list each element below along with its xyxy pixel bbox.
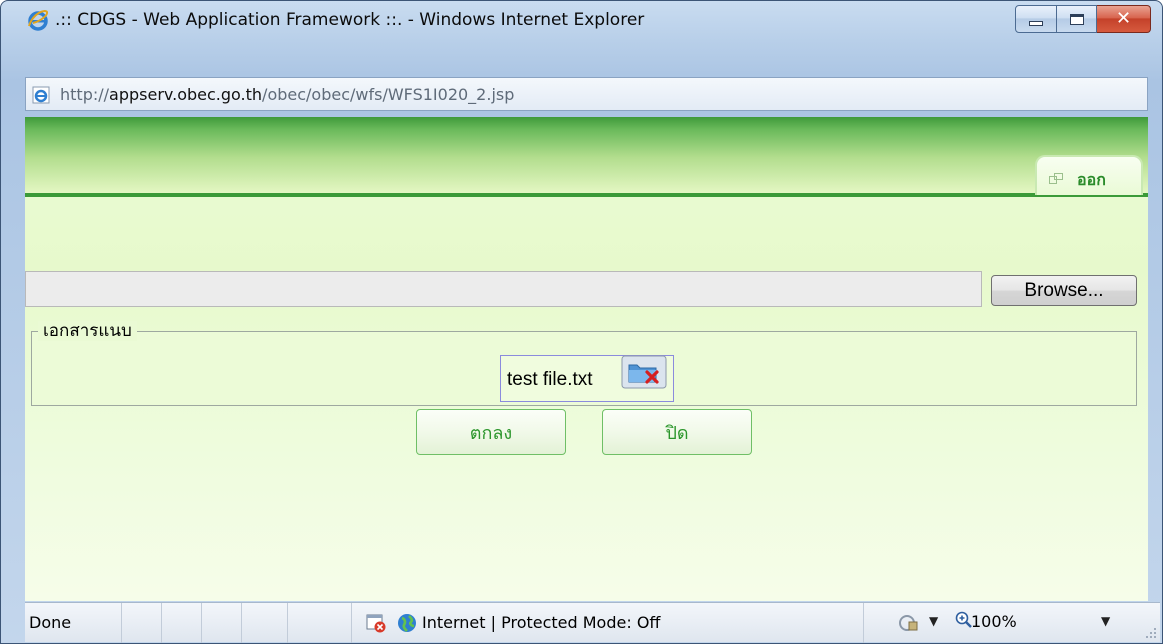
attachments-group: เอกสารแนบ test file.txt xyxy=(31,321,1137,406)
chevron-down-icon[interactable]: ▼ xyxy=(929,614,938,628)
status-divider xyxy=(121,603,122,643)
browser-window: .:: CDGS - Web Application Framework ::.… xyxy=(0,0,1163,644)
banner-divider xyxy=(25,193,1148,197)
zoom-level[interactable]: 100% xyxy=(971,612,1017,631)
status-text: Done xyxy=(29,613,72,632)
logout-link[interactable]: ออก xyxy=(1035,155,1143,195)
globe-icon xyxy=(398,614,416,632)
status-divider xyxy=(351,603,352,643)
protected-mode-icon[interactable] xyxy=(897,614,921,632)
status-divider xyxy=(287,603,288,643)
minimize-button[interactable] xyxy=(1015,5,1057,33)
window-title: .:: CDGS - Web Application Framework ::.… xyxy=(55,10,645,30)
status-divider xyxy=(161,603,162,643)
ok-button[interactable]: ตกลง xyxy=(416,409,566,455)
status-divider xyxy=(201,603,202,643)
attachment-filename[interactable]: test file.txt xyxy=(507,369,593,391)
attachment-item: test file.txt xyxy=(500,355,674,402)
url-protocol: http:// xyxy=(60,85,110,104)
file-path-input[interactable] xyxy=(25,271,982,307)
chevron-down-icon[interactable]: ▼ xyxy=(1101,614,1110,628)
close-window-button[interactable]: ✕ xyxy=(1097,5,1151,33)
status-divider xyxy=(863,603,864,643)
header-banner xyxy=(25,117,1148,193)
maximize-icon xyxy=(1069,13,1084,25)
title-bar[interactable]: .:: CDGS - Web Application Framework ::.… xyxy=(1,1,1162,43)
maximize-button[interactable] xyxy=(1057,5,1097,33)
resize-grip-icon[interactable] xyxy=(1145,627,1157,639)
ie-page-icon xyxy=(32,86,50,104)
zone-text[interactable]: Internet | Protected Mode: Off xyxy=(422,613,660,632)
url-host: appserv.obec.go.th xyxy=(109,85,263,104)
status-divider xyxy=(241,603,242,643)
status-bar: Done Internet | Protected Mode: Off ▼ 10… xyxy=(25,602,1160,643)
address-url[interactable]: http://appserv.obec.go.th/obec/obec/wfs/… xyxy=(60,85,514,104)
close-icon: ✕ xyxy=(1115,8,1132,29)
browse-button[interactable]: Browse... xyxy=(991,275,1137,306)
url-path: /obec/obec/wfs/WFS1I020_2.jsp xyxy=(262,85,515,104)
folder-delete-icon[interactable] xyxy=(621,355,667,389)
ie-logo-icon xyxy=(28,10,49,31)
attachments-legend: เอกสารแนบ xyxy=(38,321,137,341)
logout-icon xyxy=(1049,173,1063,184)
page-content: ออก Browse... เอกสารแนบ test file.txt ตก… xyxy=(25,117,1148,601)
logout-label: ออก xyxy=(1077,170,1106,189)
window-controls: ✕ xyxy=(1015,5,1151,33)
close-button[interactable]: ปิด xyxy=(602,409,752,455)
zone-error-icon[interactable] xyxy=(366,613,386,633)
address-bar[interactable]: http://appserv.obec.go.th/obec/obec/wfs/… xyxy=(25,77,1148,111)
minimize-icon xyxy=(1029,20,1043,26)
